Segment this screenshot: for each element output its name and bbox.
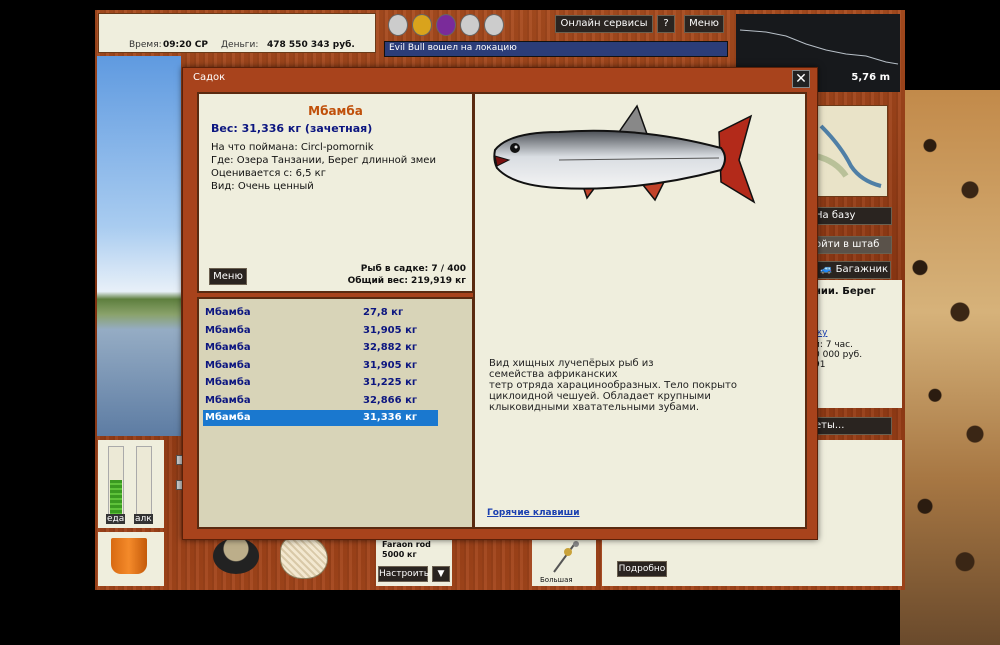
trunk-button[interactable]: 🚙 Багажник — [817, 261, 891, 279]
rod-name: Faraon rod — [382, 540, 431, 549]
fish-row-weight: 32,866 кг — [363, 394, 418, 406]
food-meter-fill — [110, 479, 122, 518]
fish-row-weight: 31,225 кг — [363, 377, 418, 388]
fish-row-name: Мбамба — [205, 307, 251, 318]
dropdown-button[interactable]: ▼ — [432, 566, 450, 582]
keepnet-dialog: Садок ✕ Мбамба Вес: 31,336 кг (зачетная)… — [182, 67, 818, 540]
food-label: еда — [106, 514, 126, 524]
time-label: Время: — [129, 40, 162, 50]
alcohol-label: алк — [134, 514, 153, 524]
fish-weight-line: Вес: 31,336 кг (зачетная) — [211, 122, 373, 135]
bottle-icon[interactable] — [436, 14, 456, 36]
bottle-icon[interactable] — [388, 14, 408, 36]
details-button[interactable]: Подробно — [617, 561, 667, 577]
menu-button[interactable]: Меню — [684, 15, 724, 33]
fish-illustration — [493, 104, 756, 204]
description-line: семейства африканских — [489, 369, 618, 380]
pot-icon[interactable] — [213, 538, 259, 574]
fish-count: Рыб в садке: 7 / 400 — [360, 264, 466, 274]
fish-row-name: Мбамба — [205, 324, 251, 336]
configure-button[interactable]: Настроить — [378, 566, 429, 582]
food-meter — [108, 446, 124, 520]
lure-label: Большая — [540, 576, 573, 584]
depth-profile-graph — [739, 29, 899, 65]
fish-list: Мбамба 27,8 кг Мбамба 31,905 кг Мбамба 32,882… — [197, 297, 474, 529]
location-time: й: 7 час. — [814, 340, 853, 350]
fish-row-weight: 31,905 кг — [363, 359, 418, 371]
fish-list-row[interactable]: Мбамба 31,905 кг — [203, 358, 438, 374]
to-base-button[interactable]: На базу — [810, 207, 892, 225]
fish-list-row[interactable]: Мбамба 27,8 кг — [203, 305, 438, 321]
location-text: нии. Берег — [814, 286, 876, 297]
time-value: 09:20 СР — [163, 40, 208, 50]
more-button[interactable]: еты... — [810, 417, 892, 435]
fish-row-weight: 27,8 кг — [363, 307, 404, 318]
fish-row-weight: 31,336 кг — [363, 412, 418, 423]
money-label: Деньги: — [221, 40, 259, 50]
rod-weight: 5000 кг — [382, 550, 417, 559]
chat-message: Evil Bull вошел на локацию — [389, 43, 517, 53]
description-panel: Вид хищных лучепёрых рыб из семейства афр… — [473, 92, 807, 529]
trunk-label: Багажник — [835, 264, 889, 275]
fish-row-weight: 32,882 кг — [363, 342, 418, 353]
bottle-icon[interactable] — [460, 14, 480, 36]
depth-value: 5,76 m — [851, 72, 890, 83]
scenery-image — [97, 56, 181, 436]
needs-panel: еда алк — [98, 440, 164, 528]
lure-icon — [553, 541, 579, 573]
fish-list-row[interactable]: Мбамба 31,905 кг — [203, 323, 438, 339]
location-price: 0 000 руб. — [814, 350, 863, 360]
money-value: 478 550 343 руб. — [267, 40, 355, 50]
bottles-bar — [384, 12, 504, 38]
fish-row-name: Мбамба — [205, 412, 251, 423]
help-button[interactable]: ? — [657, 15, 675, 33]
alcohol-meter — [136, 446, 152, 520]
location-map[interactable] — [810, 105, 888, 197]
online-services-button[interactable]: Онлайн сервисы — [555, 15, 653, 33]
total-weight: Общий вес: 219,919 кг — [347, 276, 466, 286]
location-text: Где: Озера Танзании, Берег длинной змеи — [211, 155, 436, 166]
valued-from-text: Оценивается с: 6,5 кг — [211, 168, 326, 179]
bottle-icon[interactable] — [484, 14, 504, 36]
fish-list-row[interactable]: Мбамба 31,225 кг — [203, 375, 438, 391]
fish-row-weight: 31,905 кг — [363, 324, 418, 336]
description-line: Вид хищных лучепёрых рыб из — [489, 358, 654, 369]
hotkeys-link[interactable]: Горячие клавиши — [487, 508, 580, 518]
fish-list-row[interactable]: Мбамба 32,882 кг — [203, 340, 438, 356]
fish-list-row[interactable]: Мбамба 32,866 кг — [203, 393, 438, 409]
chat-bar: Evil Bull вошел на локацию — [384, 41, 728, 57]
species-kind-text: Вид: Очень ценный — [211, 181, 314, 192]
leopard-background-art — [900, 90, 1000, 645]
hq-button[interactable]: ойти в штаб — [810, 236, 892, 254]
landing-net-icon[interactable] — [280, 535, 328, 579]
fish-row-name: Мбамба — [205, 359, 251, 371]
car-icon: 🚙 — [819, 264, 836, 275]
bucket-icon — [111, 538, 147, 574]
status-panel: Время: 09:20 СР Деньги: 478 550 343 руб. — [98, 13, 376, 53]
fish-info-panel: Мбамба Вес: 31,336 кг (зачетная) На что … — [197, 92, 474, 293]
dialog-title: Садок — [193, 72, 226, 83]
description-line: циклоидной чешуей. Обладает крупными — [489, 391, 711, 402]
fish-list-row[interactable]: Мбамба 31,336 кг — [203, 410, 438, 426]
bucket-slot[interactable] — [98, 532, 164, 586]
fish-description: Вид хищных лучепёрых рыб из семейства афр… — [489, 358, 737, 413]
description-line: клыковидными хватательными зубами. — [489, 402, 700, 413]
fish-row-name: Мбамба — [205, 342, 251, 353]
caught-on-text: На что поймана: Circl-pomornik — [211, 142, 374, 153]
lure-panel[interactable]: Большая — [532, 538, 596, 586]
location-info-panel: нии. Берег жу й: 7 час. 0 000 руб. 91 — [810, 280, 902, 408]
dialog-menu-button[interactable]: Меню — [209, 268, 247, 285]
fish-name-title: Мбамба — [308, 104, 363, 118]
map-icon — [815, 124, 882, 188]
bottle-icon[interactable] — [412, 14, 432, 36]
fish-row-name: Мбамба — [205, 377, 251, 388]
close-icon[interactable]: ✕ — [792, 70, 810, 88]
description-line: тетр отряда харацинообразных. Тело покры… — [489, 380, 737, 391]
fish-row-name: Мбамба — [205, 394, 251, 406]
